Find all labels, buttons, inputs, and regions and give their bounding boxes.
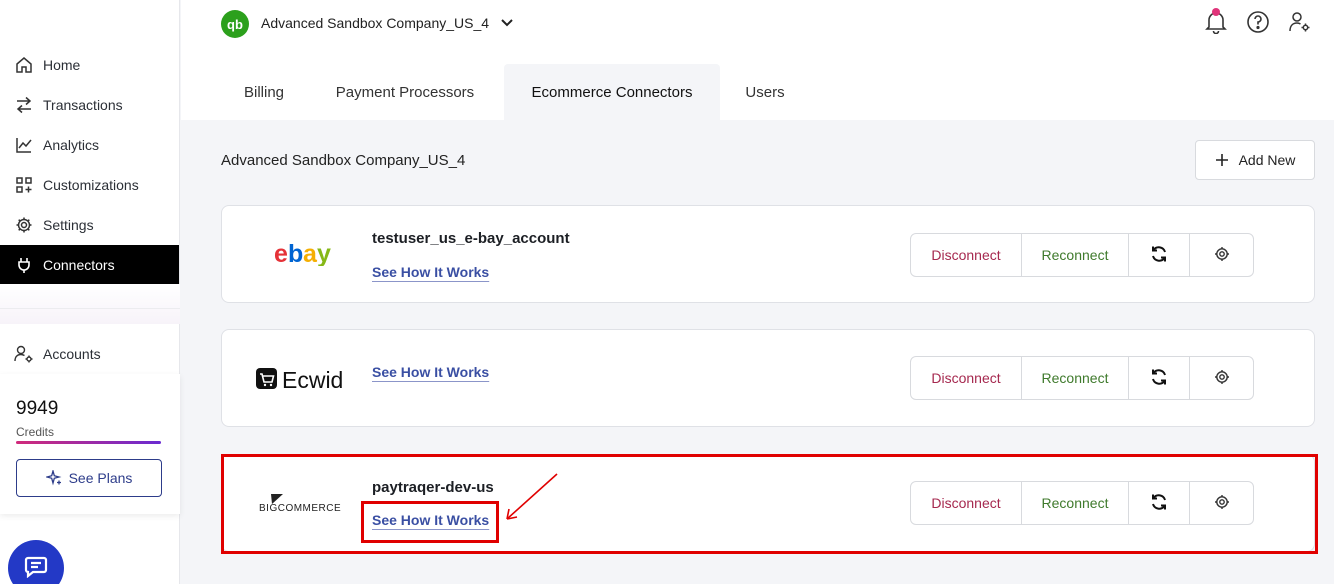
user-settings-button[interactable] [1288, 11, 1312, 38]
grid-plus-icon [14, 175, 34, 195]
accounts-label: Accounts [43, 346, 101, 362]
sidebar-item-label: Transactions [43, 97, 123, 113]
sidebar-divider [0, 308, 180, 309]
reconnect-button[interactable]: Reconnect [1022, 234, 1129, 276]
add-new-button[interactable]: Add New [1195, 140, 1315, 180]
sidebar-item-label: Analytics [43, 137, 100, 153]
sidebar-item-connectors[interactable]: Connectors [0, 245, 179, 285]
company-selector[interactable]: Advanced Sandbox Company_US_4 [261, 15, 513, 31]
reconnect-button[interactable]: Reconnect [1022, 357, 1129, 399]
sparkle-icon [45, 470, 62, 486]
sidebar-item-label: Customizations [43, 177, 139, 193]
gear-icon [1214, 246, 1230, 265]
connector-actions: Disconnect Reconnect [910, 233, 1254, 277]
transfer-icon [14, 95, 34, 115]
sidebar-item-home[interactable]: Home [0, 45, 180, 85]
sync-button[interactable] [1129, 234, 1190, 276]
user-settings-icon [1289, 11, 1311, 38]
header-actions [1204, 8, 1312, 39]
sidebar-item-label: Home [43, 57, 81, 73]
sync-icon [1149, 367, 1169, 390]
notification-dot [1212, 8, 1220, 16]
sync-button[interactable] [1129, 357, 1190, 399]
quickbooks-logo: qb [221, 10, 249, 38]
connector-card-ecwid: Ecwid See How It Works Disconnect Reconn… [221, 329, 1315, 427]
svg-text:b: b [288, 240, 303, 266]
sidebar-item-label: Connectors [43, 257, 115, 273]
tab-payment-processors[interactable]: Payment Processors [311, 64, 499, 120]
settings-tabs: Billing Payment Processors Ecommerce Con… [181, 48, 1334, 120]
tab-billing[interactable]: Billing [221, 64, 307, 120]
plus-icon [1215, 153, 1229, 167]
annotation-highlight-link [361, 501, 499, 543]
see-plans-button[interactable]: See Plans [16, 459, 162, 497]
sidebar-item-customizations[interactable]: Customizations [0, 165, 180, 205]
svg-text:y: y [317, 240, 331, 266]
svg-text:e: e [274, 240, 288, 266]
disconnect-button[interactable]: Disconnect [911, 357, 1022, 399]
connector-settings-button[interactable] [1190, 357, 1253, 399]
sidebar-nav: Home Transactions Analytics Customizatio… [0, 45, 180, 285]
credits-panel: 9949 Credits See Plans [0, 374, 180, 514]
gear-icon [1214, 369, 1230, 388]
sidebar-item-accounts[interactable]: Accounts [0, 334, 180, 374]
sidebar-separator-band [0, 284, 180, 324]
help-button[interactable] [1246, 10, 1270, 39]
see-how-it-works-link[interactable]: See How It Works [372, 264, 489, 280]
plug-icon [14, 255, 34, 275]
sidebar-item-settings[interactable]: Settings [0, 205, 180, 245]
user-settings-icon [14, 344, 34, 364]
add-new-label: Add New [1238, 152, 1296, 168]
ecwid-wordmark: Ecwid [282, 367, 343, 393]
see-how-it-works-link[interactable]: See How It Works [372, 364, 489, 380]
top-bar: qb Advanced Sandbox Company_US_4 [181, 0, 1334, 48]
ecwid-logo: Ecwid [256, 365, 358, 393]
connector-name: testuser_us_e-bay_account [372, 230, 570, 247]
credits-label: Credits [16, 425, 55, 439]
home-icon [14, 55, 34, 75]
help-icon [1246, 10, 1270, 39]
connector-actions: Disconnect Reconnect [910, 356, 1254, 400]
connector-settings-button[interactable] [1190, 234, 1253, 276]
sidebar: Home Transactions Analytics Customizatio… [0, 0, 180, 584]
notifications-button[interactable] [1204, 8, 1228, 36]
sidebar-item-transactions[interactable]: Transactions [0, 85, 180, 125]
credits-bar [16, 441, 161, 444]
section-title: Advanced Sandbox Company_US_4 [221, 152, 466, 169]
tab-users[interactable]: Users [726, 64, 804, 120]
ebay-logo: ebay [274, 240, 336, 266]
chat-icon [24, 556, 48, 583]
credits-value: 9949 [16, 398, 59, 419]
annotation-arrow-icon [500, 472, 560, 529]
disconnect-button[interactable]: Disconnect [911, 234, 1022, 276]
connector-card-ebay: ebay testuser_us_e-bay_account See How I… [221, 205, 1315, 303]
chat-button[interactable] [8, 540, 64, 584]
see-plans-label: See Plans [68, 470, 133, 486]
sync-icon [1149, 244, 1169, 267]
sidebar-item-label: Settings [43, 217, 94, 233]
sidebar-item-analytics[interactable]: Analytics [0, 125, 180, 165]
company-name: Advanced Sandbox Company_US_4 [261, 15, 490, 31]
chart-icon [14, 135, 34, 155]
chevron-down-icon [501, 19, 513, 27]
svg-text:a: a [303, 240, 318, 266]
gear-icon [14, 215, 34, 235]
tab-ecommerce-connectors[interactable]: Ecommerce Connectors [504, 64, 720, 120]
